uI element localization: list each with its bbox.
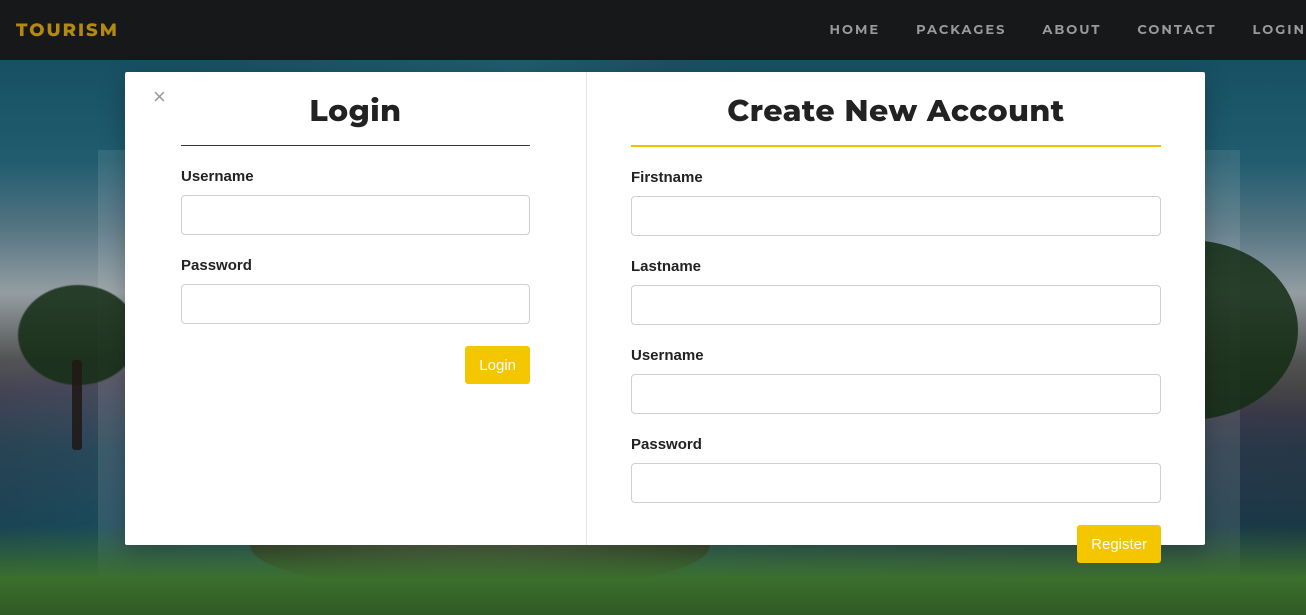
register-firstname-label: Firstname [631, 169, 1161, 186]
register-password-label: Password [631, 436, 1161, 453]
divider-accent [631, 145, 1161, 147]
login-username-label: Username [181, 168, 530, 185]
register-actions: Register [631, 525, 1161, 563]
register-firstname-group: Firstname [631, 169, 1161, 236]
login-username-group: Username [181, 168, 530, 235]
register-lastname-label: Lastname [631, 258, 1161, 275]
divider [181, 145, 530, 146]
login-actions: Login [181, 346, 530, 384]
register-lastname-input[interactable] [631, 285, 1161, 325]
register-username-label: Username [631, 347, 1161, 364]
register-title: Create New Account [617, 92, 1175, 129]
login-password-group: Password [181, 257, 530, 324]
login-password-label: Password [181, 257, 530, 274]
auth-modal: × Login Username Password Login Create N… [125, 72, 1205, 545]
nav-about[interactable]: ABOUT [1042, 22, 1101, 38]
register-lastname-group: Lastname [631, 258, 1161, 325]
register-password-input[interactable] [631, 463, 1161, 503]
nav-links: HOME PACKAGES ABOUT CONTACT LOGIN [829, 22, 1306, 38]
register-submit-button[interactable]: Register [1077, 525, 1161, 563]
nav-home[interactable]: HOME [829, 22, 880, 38]
login-title: Login [155, 92, 556, 129]
register-firstname-input[interactable] [631, 196, 1161, 236]
register-username-group: Username [631, 347, 1161, 414]
nav-contact[interactable]: CONTACT [1137, 22, 1216, 38]
brand-logo[interactable]: TOURISM [16, 19, 119, 41]
login-pane: Login Username Password Login [125, 72, 587, 545]
login-username-input[interactable] [181, 195, 530, 235]
register-username-input[interactable] [631, 374, 1161, 414]
login-password-input[interactable] [181, 284, 530, 324]
register-pane: Create New Account Firstname Lastname Us… [587, 72, 1205, 545]
nav-login[interactable]: LOGIN [1253, 22, 1306, 38]
register-password-group: Password [631, 436, 1161, 503]
close-icon[interactable]: × [153, 88, 171, 106]
navbar: TOURISM HOME PACKAGES ABOUT CONTACT LOGI… [0, 0, 1306, 60]
login-submit-button[interactable]: Login [465, 346, 530, 384]
decor-trunk [72, 360, 82, 450]
nav-packages[interactable]: PACKAGES [916, 22, 1006, 38]
